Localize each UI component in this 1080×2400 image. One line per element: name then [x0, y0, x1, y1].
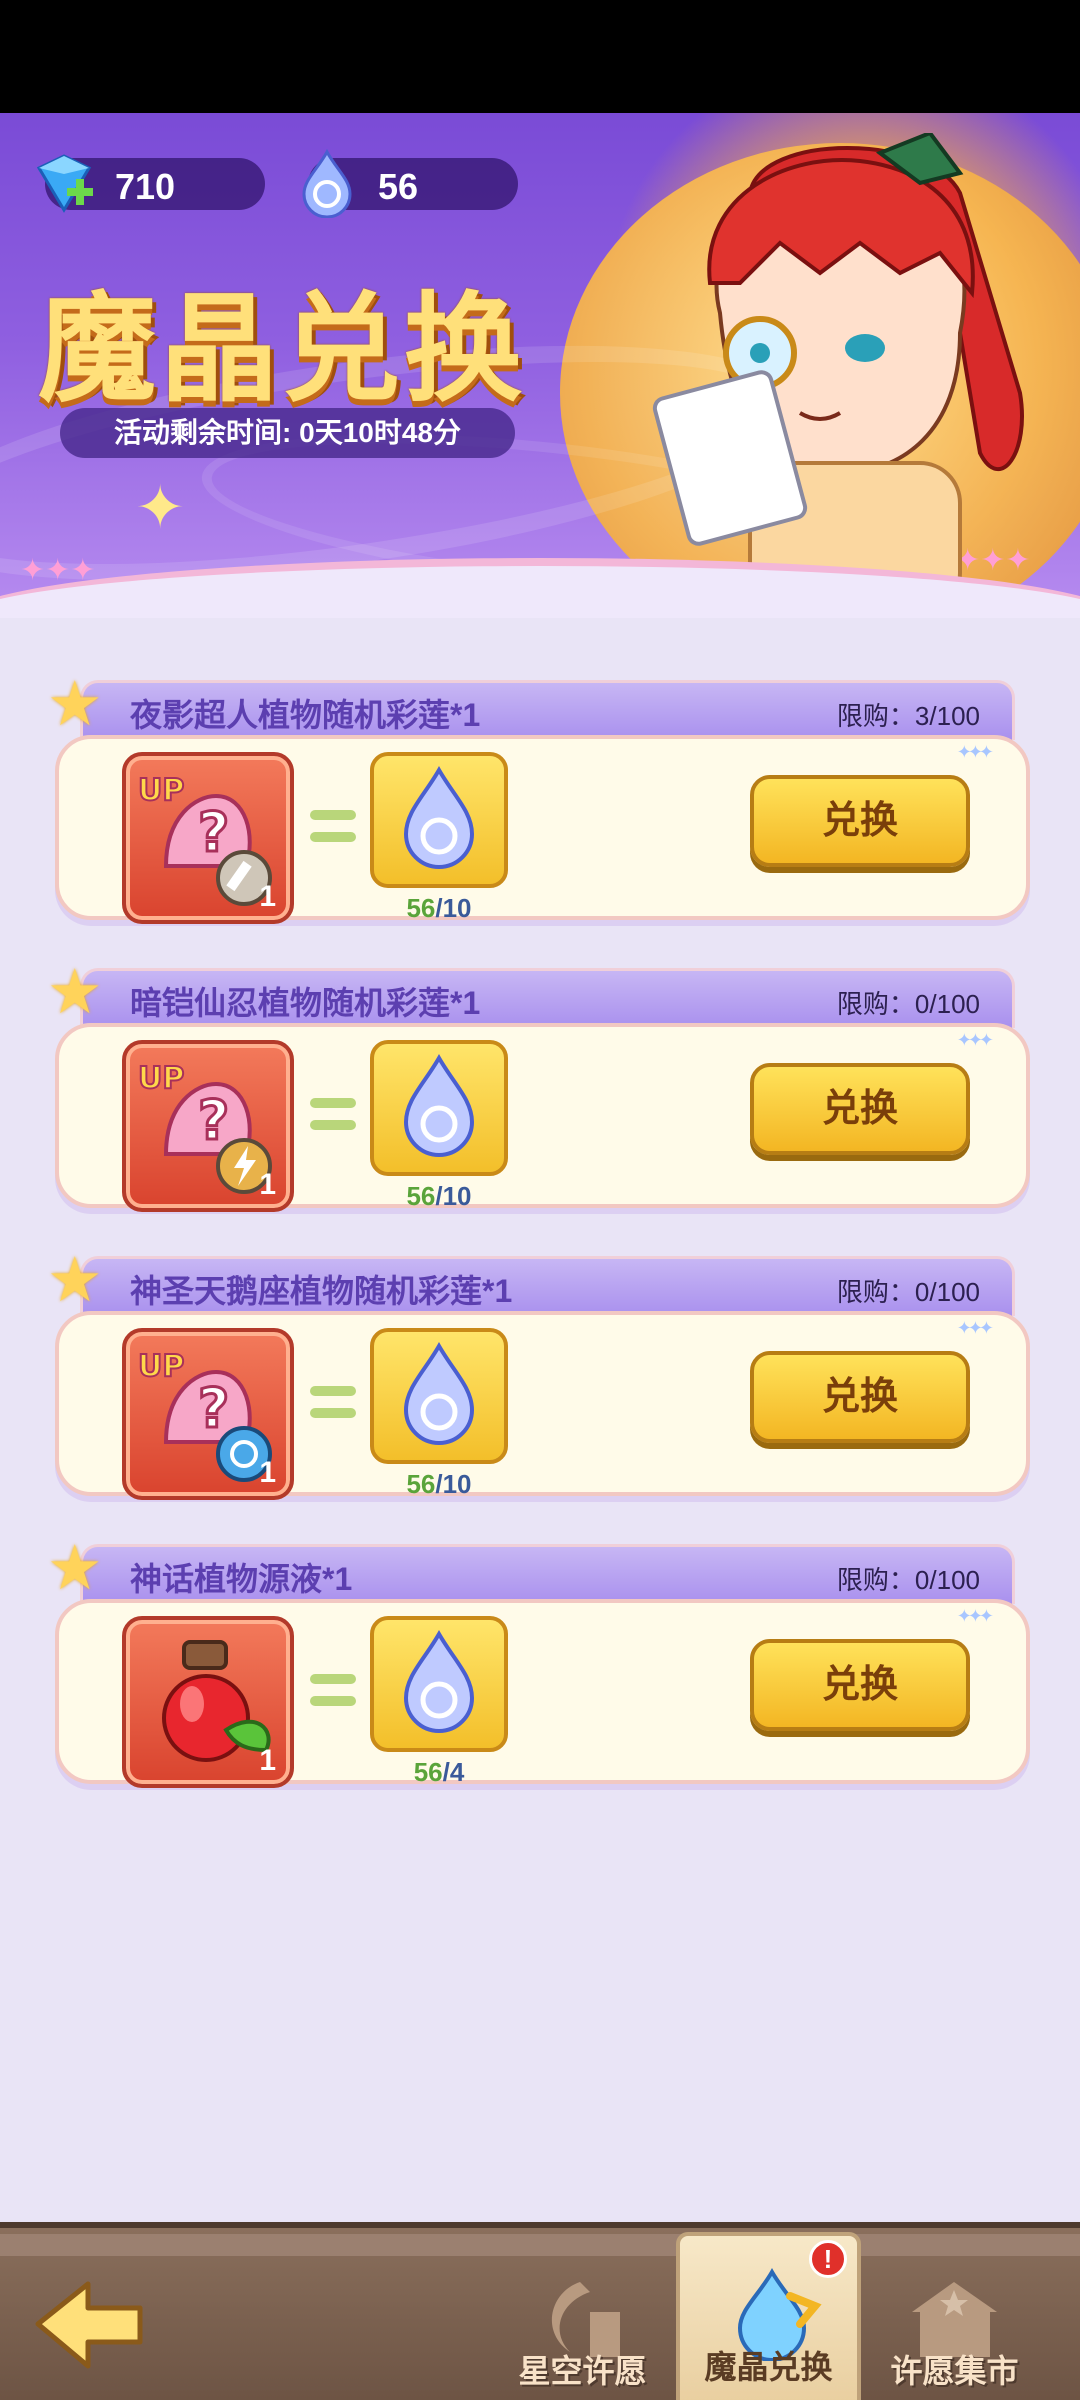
exchange-button[interactable]: 兑换	[750, 1639, 970, 1731]
equals-sign	[310, 1386, 356, 1420]
tab-magic-crystal-exchange[interactable]: ! 魔晶兑换	[676, 2232, 861, 2400]
back-arrow-icon[interactable]	[30, 2268, 150, 2378]
exchange-button[interactable]: 兑换	[750, 775, 970, 867]
star-decoration: ✦✦✦	[956, 1030, 994, 1050]
bottom-navigation: 星空许愿 ! 魔晶兑换 许愿集市	[0, 2222, 1080, 2400]
magic-crystal-drop-icon	[302, 148, 352, 218]
magic-crystal-drop-icon	[370, 1328, 508, 1464]
crystal-counter[interactable]: 56	[302, 148, 518, 218]
star-decoration: ✦✦✦	[956, 1606, 994, 1626]
reward-quantity: 1	[259, 1168, 276, 1201]
gem-plus-icon	[36, 154, 93, 213]
svg-text:?: ?	[198, 1089, 229, 1152]
gem-counter[interactable]: 710	[36, 154, 265, 213]
cost-count: 56/4	[413, 1757, 465, 1787]
up-mystery-lotus-water-icon[interactable]: ? UP 1	[122, 1328, 294, 1500]
equals-sign	[310, 1098, 356, 1132]
tab-label: 魔晶兑换	[704, 2349, 833, 2385]
star-decoration: ✦✦✦	[956, 1318, 994, 1338]
up-mystery-lotus-lightning-icon[interactable]: ? UP 1	[122, 1040, 294, 1212]
magic-crystal-drop-icon	[370, 1616, 508, 1752]
magic-crystal-drop-icon	[370, 752, 508, 888]
status-bar	[0, 0, 1080, 113]
exchange-item-card: ★ 神话植物源液*1 限购：0/100 ✦✦✦ 1 56/4 兑换	[47, 1538, 1030, 1796]
tab-wish-market[interactable]: 许愿集市	[862, 2242, 1047, 2400]
item-name: 神圣天鹅座植物随机彩莲*1	[130, 1273, 513, 1309]
purchase-limit: 限购：0/100	[836, 1277, 980, 1307]
star-icon: ★	[47, 670, 103, 739]
exchange-item-card: ★ 暗铠仙忍植物随机彩莲*1 限购：0/100 ✦✦✦ ? UP 1 56/10…	[47, 962, 1030, 1220]
cost-count: 56/10	[406, 893, 472, 923]
star-icon: ★	[47, 1246, 103, 1315]
svg-text:?: ?	[198, 801, 229, 864]
event-banner: 710 56 魔晶兑换 活动剩余时间: 0天10时48分 ✦ ✦ ✦✦ ✦ ✦✦✦…	[0, 113, 1080, 618]
svg-text:UP: UP	[138, 1061, 184, 1096]
up-mystery-lotus-sword-icon[interactable]: ? UP 1	[122, 752, 294, 924]
magic-crystal-drop-icon	[370, 1040, 508, 1176]
reward-quantity: 1	[259, 1744, 276, 1777]
event-timer: 活动剩余时间: 0天10时48分	[60, 408, 515, 458]
alert-badge: !	[809, 2240, 847, 2278]
tab-label: 星空许愿	[518, 2353, 647, 2389]
myth-plant-essence-potion-icon[interactable]: 1	[122, 1616, 294, 1788]
tab-star-wish[interactable]: 星空许愿	[490, 2242, 675, 2400]
equals-sign	[310, 810, 356, 844]
cost-count: 56/10	[406, 1181, 472, 1211]
gem-amount: 710	[115, 166, 176, 207]
purchase-limit: 限购：3/100	[836, 701, 980, 731]
svg-text:UP: UP	[138, 1349, 184, 1384]
purchase-limit: 限购：0/100	[836, 1565, 980, 1595]
star-decoration: ✦	[135, 474, 186, 541]
crystal-amount: 56	[378, 166, 419, 207]
cost-count: 56/10	[406, 1469, 472, 1499]
star-icon: ★	[47, 1534, 103, 1603]
reward-quantity: 1	[259, 880, 276, 913]
tab-label: 许愿集市	[890, 2353, 1019, 2389]
page-title: 魔晶兑换	[38, 280, 527, 418]
star-icon: ★	[47, 958, 103, 1027]
svg-text:?: ?	[198, 1377, 229, 1440]
svg-text:UP: UP	[138, 773, 184, 808]
equals-sign	[310, 1674, 356, 1708]
item-name: 神话植物源液*1	[130, 1561, 353, 1597]
reward-quantity: 1	[259, 1456, 276, 1489]
exchange-button[interactable]: 兑换	[750, 1351, 970, 1443]
item-name: 夜影超人植物随机彩莲*1	[130, 697, 481, 733]
purchase-limit: 限购：0/100	[836, 989, 980, 1019]
exchange-item-card: ★ 夜影超人植物随机彩莲*1 限购：3/100 ✦✦✦ ? UP 1 56/10…	[47, 674, 1030, 932]
exchange-item-card: ★ 神圣天鹅座植物随机彩莲*1 限购：0/100 ✦✦✦ ? UP 1 56/1…	[47, 1250, 1030, 1508]
exchange-button[interactable]: 兑换	[750, 1063, 970, 1155]
item-name: 暗铠仙忍植物随机彩莲*1	[130, 985, 481, 1021]
star-decoration: ✦✦✦	[956, 742, 994, 762]
character-illustration	[652, 133, 1024, 613]
